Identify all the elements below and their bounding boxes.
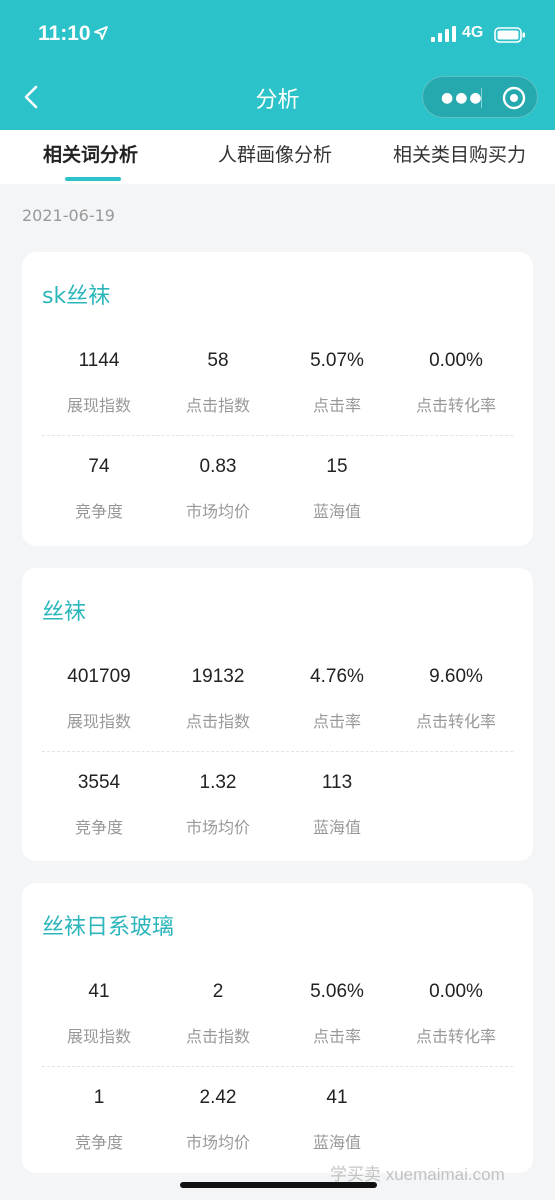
keyword-card: sk丝袜 1144 展现指数 58 点击指数 5.07% 点击率 0.00% 点击转化率… [22, 252, 533, 546]
tab-related-words[interactable]: 相关词分析 [43, 140, 138, 167]
metric-label: 点击转化率 [415, 396, 496, 415]
mini-program-capsule: ●●● [422, 76, 538, 118]
metric-value: 41 [326, 1087, 348, 1108]
more-icon[interactable]: ●●● [441, 90, 484, 106]
keyword-title: 丝袜日系玻璃 [42, 915, 175, 940]
metric-label: 蓝海值 [312, 818, 361, 837]
metric-blue-ocean: 113 蓝海值 [262, 772, 412, 838]
metrics-row: 41 展现指数 2 点击指数 5.06% 点击率 0.00% 点击转化率 [22, 981, 533, 1051]
divider [42, 1066, 513, 1067]
date-label: 2021-06-19 [22, 206, 115, 225]
navbar: 分析 ●●● [0, 70, 555, 124]
metric-value: 0.00% [429, 981, 483, 1002]
metric-value: 113 [321, 772, 353, 793]
header: 11:10 4G 分析 ●●● [0, 0, 555, 130]
metric-conversion: 0.00% 点击转化率 [381, 350, 531, 416]
status-time: 11:10 [38, 22, 91, 45]
close-target-icon[interactable] [502, 86, 526, 114]
keyword-card: 丝袜 401709 展现指数 19132 点击指数 4.76% 点击率 9.60% 点击… [22, 568, 533, 861]
metric-blue-ocean: 41 蓝海值 [262, 1087, 412, 1153]
network-type: 4G [462, 24, 484, 41]
divider [42, 751, 513, 752]
tab-bar: 相关词分析 人群画像分析 相关类目购买力 [0, 130, 555, 184]
metrics-row: 3554 竞争度 1.32 市场均价 113 蓝海值 [22, 772, 533, 842]
home-indicator[interactable] [180, 1182, 377, 1188]
metrics-row: 1 竞争度 2.42 市场均价 41 蓝海值 [22, 1087, 533, 1157]
metrics-row: 74 竞争度 0.83 市场均价 15 蓝海值 [22, 456, 533, 526]
capsule-divider [481, 88, 482, 108]
location-arrow-icon [94, 25, 108, 44]
metric-label: 蓝海值 [312, 1133, 361, 1152]
metric-value: 9.60% [429, 666, 483, 687]
metric-label: 点击转化率 [415, 712, 496, 731]
active-tab-indicator [65, 177, 121, 181]
metric-blue-ocean: 15 蓝海值 [262, 456, 412, 522]
status-bar: 11:10 4G [0, 0, 555, 70]
keyword-title: 丝袜 [42, 600, 87, 625]
metrics-row: 1144 展现指数 58 点击指数 5.07% 点击率 0.00% 点击转化率 [22, 350, 533, 420]
divider [42, 435, 513, 436]
battery-icon [494, 27, 526, 47]
keyword-card: 丝袜日系玻璃 41 展现指数 2 点击指数 5.06% 点击率 0.00% 点击转化率 … [22, 883, 533, 1173]
tab-crowd-profile[interactable]: 人群画像分析 [218, 140, 332, 167]
metric-value: 15 [326, 456, 348, 477]
metrics-row: 401709 展现指数 19132 点击指数 4.76% 点击率 9.60% 点击转化率 [22, 666, 533, 736]
metric-conversion: 9.60% 点击转化率 [381, 666, 531, 732]
metric-label: 蓝海值 [312, 502, 361, 521]
metric-label: 点击转化率 [415, 1027, 496, 1046]
metric-conversion: 0.00% 点击转化率 [381, 981, 531, 1047]
signal-icon [431, 26, 457, 46]
tab-category-purchasing[interactable]: 相关类目购买力 [393, 140, 526, 167]
metric-value: 0.00% [429, 350, 483, 371]
keyword-title: sk丝袜 [42, 284, 111, 309]
